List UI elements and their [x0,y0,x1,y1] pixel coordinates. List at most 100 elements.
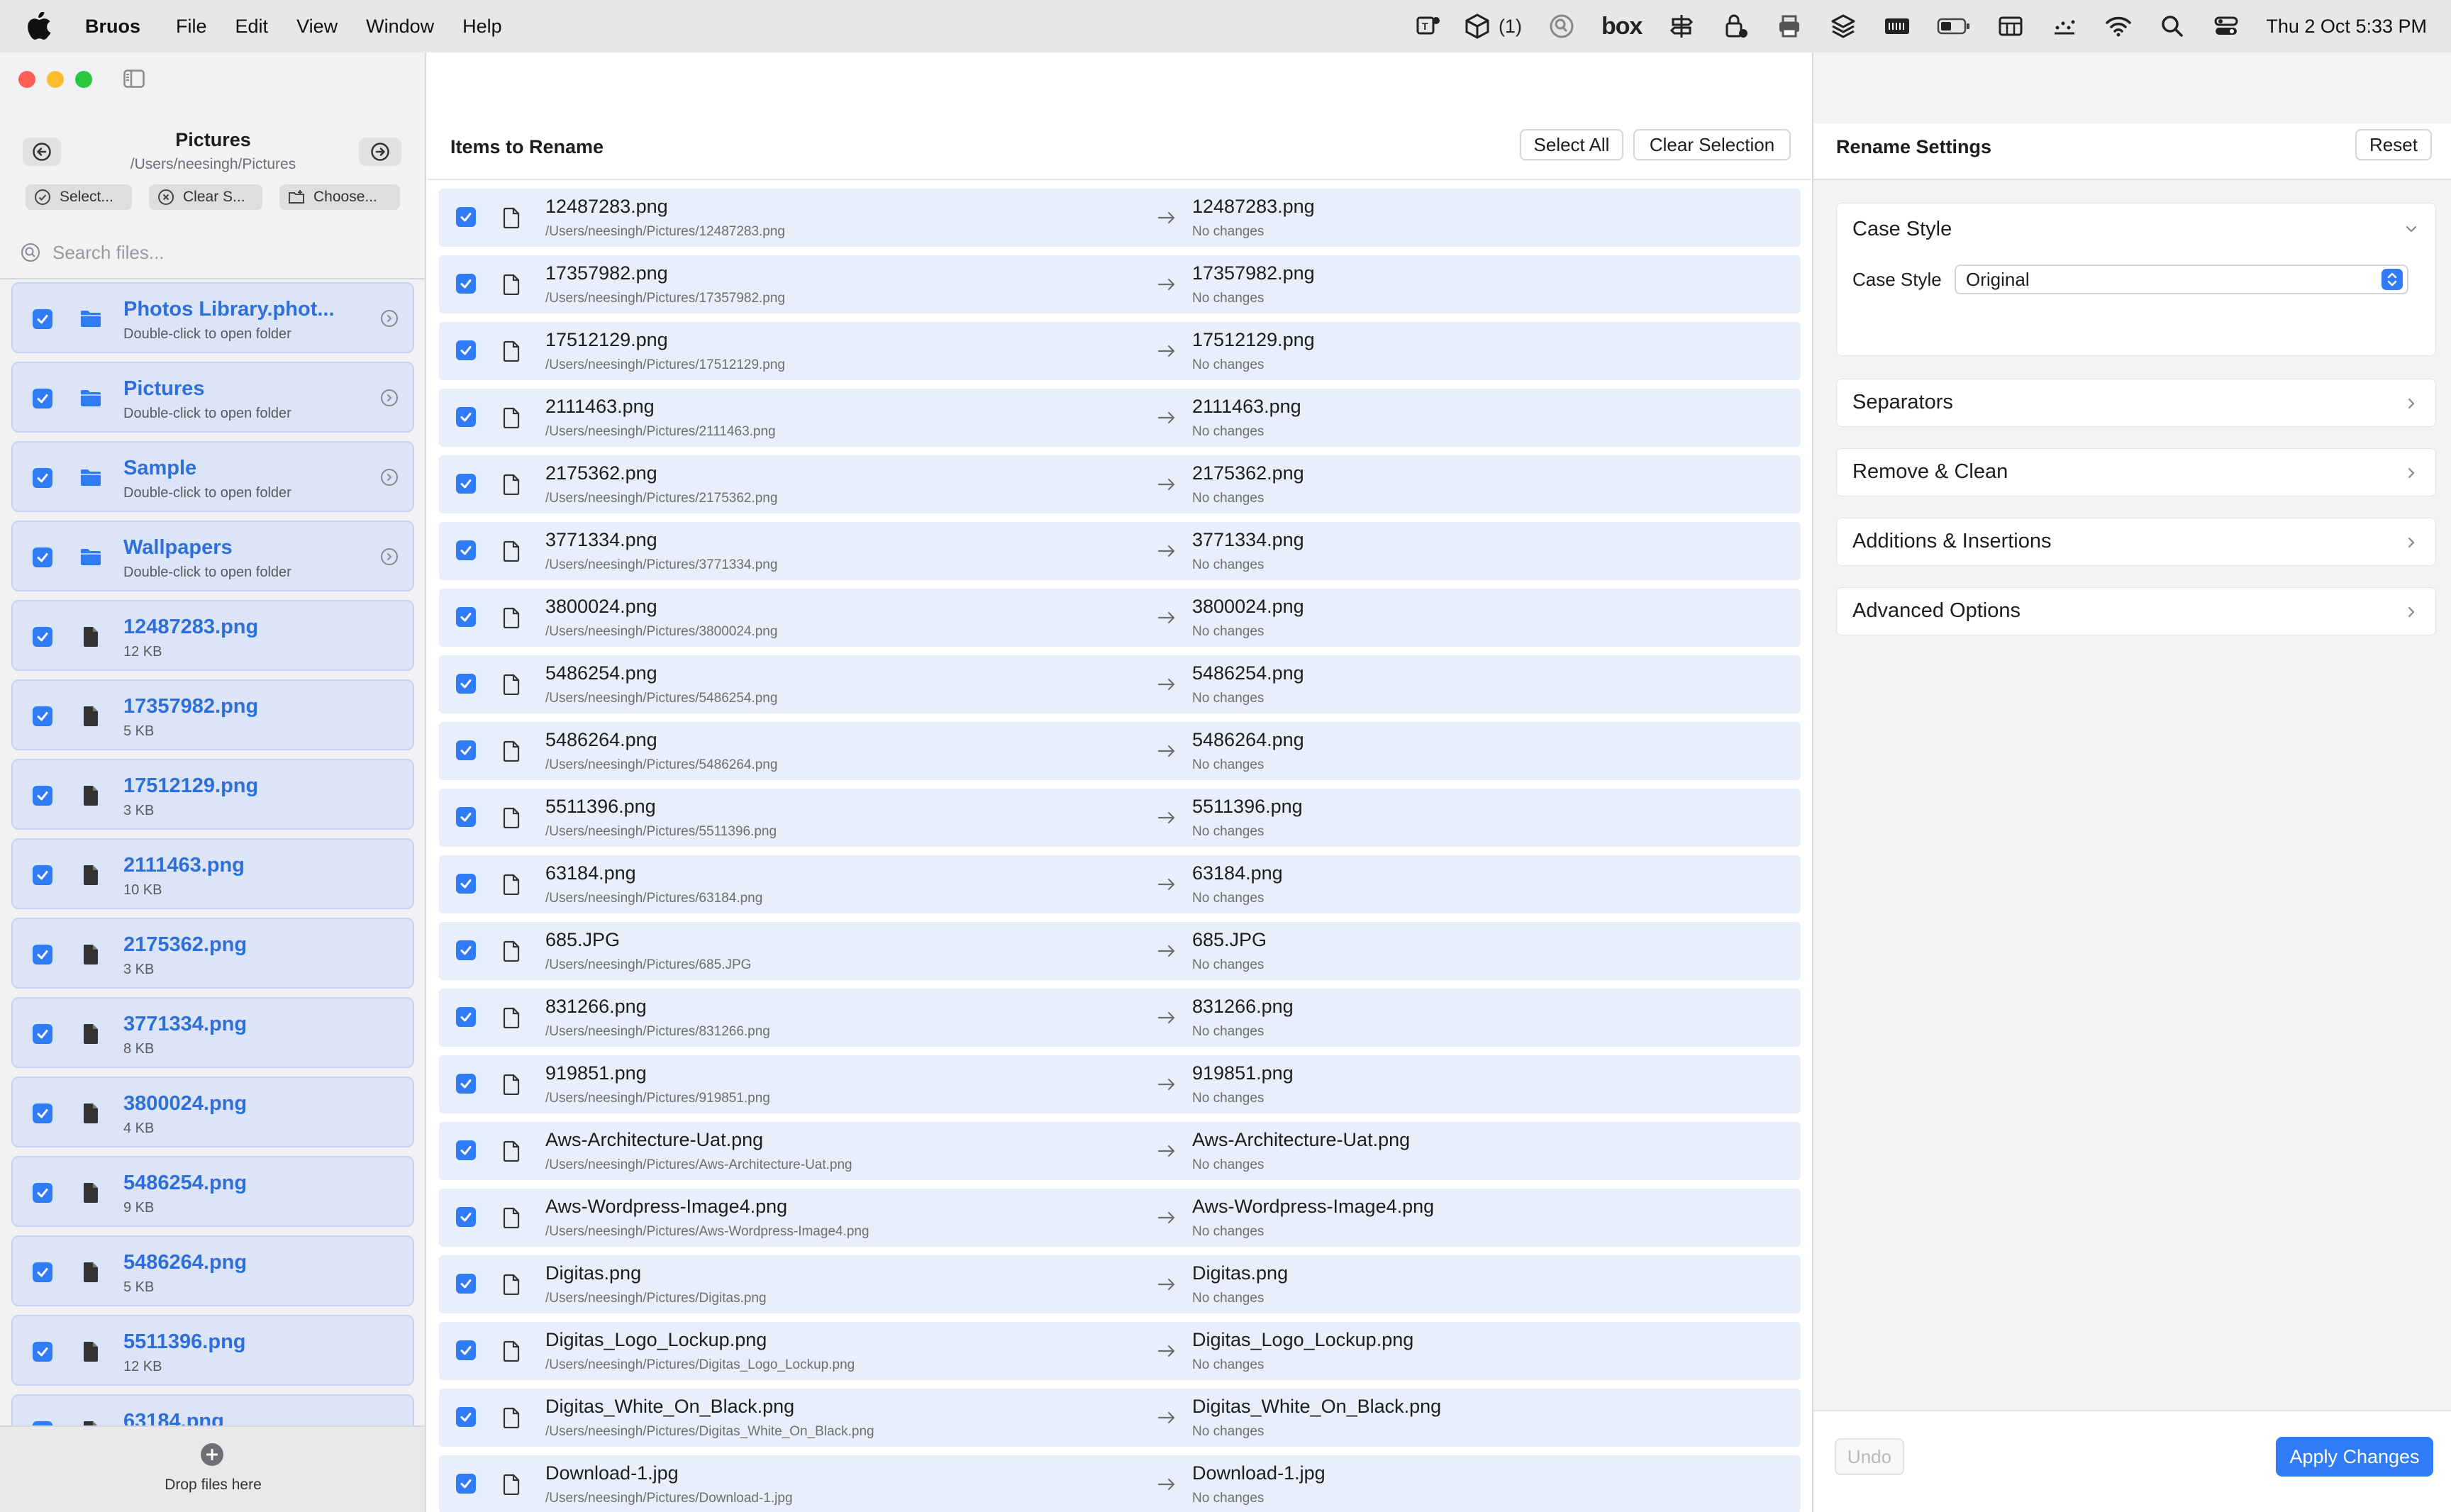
item-checkbox[interactable] [33,309,52,329]
rename-row[interactable]: 2175362.png/Users/neesingh/Pictures/2175… [439,455,1801,513]
clear-selection-sidebar-button[interactable]: Clear S... [149,184,262,210]
menu-view[interactable]: View [296,16,338,38]
open-folder-icon[interactable] [380,468,399,487]
undo-button[interactable]: Undo [1835,1438,1904,1475]
menu-file[interactable]: File [176,16,207,38]
battery-icon[interactable] [1937,0,1971,52]
row-checkbox[interactable] [456,874,476,894]
row-checkbox[interactable] [456,1074,476,1094]
dots-display-icon[interactable] [2050,0,2079,52]
plus-circle-icon[interactable] [200,1442,224,1467]
item-checkbox[interactable] [33,865,52,885]
row-checkbox[interactable] [456,674,476,694]
item-checkbox[interactable] [33,786,52,806]
open-folder-icon[interactable] [380,547,399,566]
menu-edit[interactable]: Edit [235,16,269,38]
row-checkbox[interactable] [456,1007,476,1027]
apply-changes-button[interactable]: Apply Changes [2276,1437,2433,1477]
advanced-options-section[interactable]: Advanced Options [1836,587,2436,635]
search-input[interactable] [52,241,407,264]
sidebar-folder-item[interactable]: Pictures Double-click to open folder [11,362,414,433]
reset-button[interactable]: Reset [2355,129,2432,160]
reveal-folder-button[interactable] [359,138,401,166]
item-checkbox[interactable] [33,547,52,567]
rename-row[interactable]: Digitas.png/Users/neesingh/Pictures/Digi… [439,1255,1801,1313]
sidebar-file-item[interactable]: 17512129.png 3 KB [11,759,414,830]
keyboard-icon[interactable] [1883,0,1911,52]
rename-row[interactable]: Aws-Wordpress-Image4.png/Users/neesingh/… [439,1189,1801,1247]
row-checkbox[interactable] [456,807,476,827]
row-checkbox[interactable] [456,540,476,560]
row-checkbox[interactable] [456,474,476,494]
chevron-down-icon[interactable] [2403,221,2420,238]
package-icon[interactable] [1463,0,1491,52]
sidebar-file-item[interactable]: 5486264.png 5 KB [11,1235,414,1306]
row-checkbox[interactable] [456,1340,476,1360]
rename-row[interactable]: 3800024.png/Users/neesingh/Pictures/3800… [439,589,1801,647]
clear-selection-button[interactable]: Clear Selection [1633,129,1791,160]
sidebar-file-item[interactable]: 2111463.png 10 KB [11,838,414,909]
rename-row[interactable]: Aws-Architecture-Uat.png/Users/neesingh/… [439,1122,1801,1180]
rename-row[interactable]: 5486264.png/Users/neesingh/Pictures/5486… [439,722,1801,780]
item-checkbox[interactable] [33,1024,52,1044]
row-checkbox[interactable] [456,1474,476,1494]
menu-help[interactable]: Help [462,16,502,38]
rename-row[interactable]: 3771334.png/Users/neesingh/Pictures/3771… [439,522,1801,580]
select-all-files-button[interactable]: Select... [26,184,132,210]
menu-app-name[interactable]: Bruos [85,16,140,38]
close-window-button[interactable] [18,71,35,88]
rename-row[interactable]: Digitas_Logo_Lockup.png/Users/neesingh/P… [439,1322,1801,1380]
rename-row[interactable]: Download-1.jpg/Users/neesingh/Pictures/D… [439,1455,1801,1512]
signpost-icon[interactable] [1667,0,1696,52]
row-checkbox[interactable] [456,1407,476,1427]
rename-row[interactable]: 685.JPG/Users/neesingh/Pictures/685.JPG 6… [439,922,1801,980]
sidebar-folder-item[interactable]: Wallpapers Double-click to open folder [11,521,414,591]
rename-row[interactable]: 17357982.png/Users/neesingh/Pictures/173… [439,255,1801,313]
spotlight-alt-icon[interactable] [1547,0,1576,52]
printer-icon[interactable] [1775,0,1803,52]
row-checkbox[interactable] [456,940,476,960]
case-style-header[interactable]: Case Style [1852,218,1952,241]
sidebar-file-item[interactable]: 12487283.png 12 KB [11,600,414,671]
row-checkbox[interactable] [456,1140,476,1160]
row-checkbox[interactable] [456,207,476,227]
menubar-clock[interactable]: Thu 2 Oct 5:33 PM [2266,16,2427,38]
zoom-window-button[interactable] [75,71,92,88]
remove-clean-section[interactable]: Remove & Clean [1836,448,2436,496]
row-checkbox[interactable] [456,1274,476,1294]
row-checkbox[interactable] [456,740,476,760]
row-checkbox[interactable] [456,274,476,294]
sidebar-folder-item[interactable]: Sample Double-click to open folder [11,441,414,512]
calendar-grid-icon[interactable] [1996,0,2025,52]
wifi-icon[interactable] [2104,0,2133,52]
case-style-select[interactable]: Original [1955,265,2408,294]
item-checkbox[interactable] [33,706,52,726]
drop-zone[interactable]: Drop files here [0,1425,425,1512]
select-all-button[interactable]: Select All [1520,129,1623,160]
item-checkbox[interactable] [33,1262,52,1282]
sidebar-file-item[interactable]: 3771334.png 8 KB [11,997,414,1068]
row-checkbox[interactable] [456,340,476,360]
sidebar-folder-item[interactable]: Photos Library.phot... Double-click to op… [11,282,414,353]
sidebar-file-item[interactable]: 3800024.png 4 KB [11,1077,414,1147]
additions-insertions-section[interactable]: Additions & Insertions [1836,518,2436,566]
rename-row[interactable]: 5486254.png/Users/neesingh/Pictures/5486… [439,655,1801,713]
open-folder-icon[interactable] [380,389,399,407]
layers-icon[interactable] [1829,0,1857,52]
sidebar-toggle-icon[interactable] [123,70,145,88]
lock-person-icon[interactable] [1721,0,1750,52]
teams-icon[interactable]: T [1413,0,1442,52]
item-checkbox[interactable] [33,627,52,647]
sidebar-file-item[interactable]: 5486254.png 9 KB [11,1156,414,1227]
rename-row[interactable]: 831266.png/Users/neesingh/Pictures/83126… [439,989,1801,1047]
item-checkbox[interactable] [33,945,52,965]
search-icon[interactable] [2158,0,2186,52]
menu-window[interactable]: Window [366,16,434,38]
rename-row[interactable]: 17512129.png/Users/neesingh/Pictures/175… [439,322,1801,380]
item-checkbox[interactable] [33,1342,52,1362]
separators-section[interactable]: Separators [1836,379,2436,427]
minimize-window-button[interactable] [47,71,64,88]
open-folder-icon[interactable] [380,309,399,328]
box-icon[interactable]: box [1601,0,1643,52]
rename-row[interactable]: 12487283.png/Users/neesingh/Pictures/124… [439,189,1801,247]
